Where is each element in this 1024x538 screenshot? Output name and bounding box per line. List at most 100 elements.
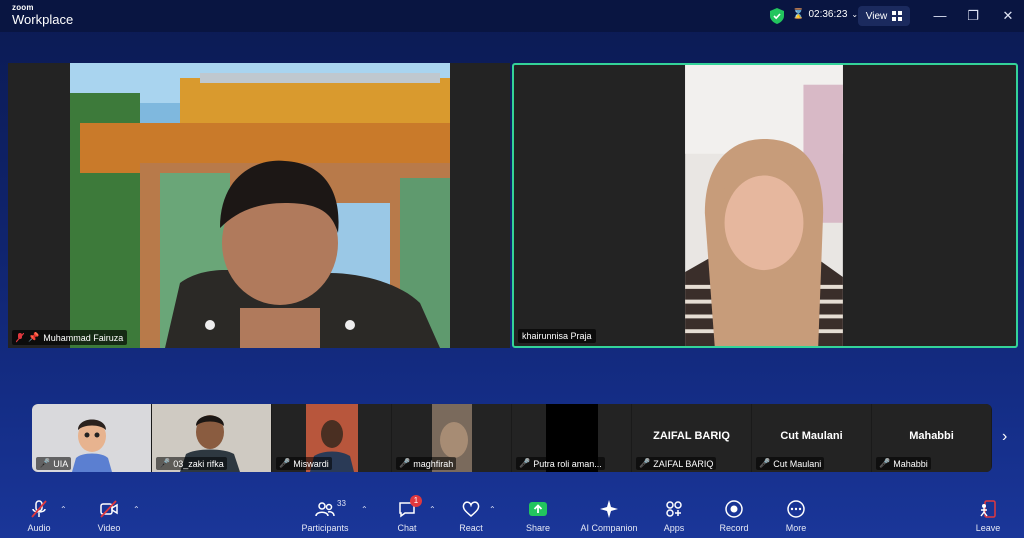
heart-icon [462, 501, 480, 517]
apps-button[interactable]: Apps [644, 499, 704, 533]
participant-name: Putra roli aman... [533, 458, 602, 469]
participants-filmstrip: 🎤 UIA 🎤 03_zaki rifka 🎤 Miswardi 🎤 maghf… [32, 404, 992, 472]
participants-options-chevron-icon[interactable]: ⌃ [361, 505, 368, 514]
chat-unread-badge: 1 [410, 495, 422, 507]
participant-name: Cut Maulani [773, 458, 822, 469]
thumb-zaifal-bariq[interactable]: ZAIFAL BARIQ 🎤 ZAIFAL BARIQ [632, 404, 751, 472]
participant-name: Muhammad Fairuza [43, 332, 124, 343]
participant-name: Miswardi [293, 458, 329, 469]
ai-companion-label: AI Companion [580, 523, 638, 533]
thumb-label: 🎤 maghfirah [396, 457, 457, 470]
participants-count: 33 [337, 499, 346, 508]
thumb-uia[interactable]: 🎤 UIA [32, 404, 151, 472]
chevron-right-icon[interactable]: › [1002, 428, 1018, 448]
mic-muted-icon: 🎤 [759, 458, 771, 468]
participants-button[interactable]: Participants [295, 499, 355, 533]
mic-muted-icon: 🎤 [159, 458, 171, 468]
participant-video [70, 63, 450, 348]
participants-icon [315, 502, 335, 517]
participant-name-tag: khairunnisa Praja [518, 329, 596, 343]
restore-icon[interactable]: ❐ [963, 6, 983, 26]
more-label: More [785, 523, 807, 533]
thumb-label: 🎤 Mahabbi [876, 457, 931, 470]
video-label: Video [97, 523, 121, 533]
thumb-putra-roli[interactable]: 🎤 Putra roli aman... [512, 404, 631, 472]
participant-name: ZAIFAL BARIQ [653, 458, 714, 469]
mic-muted-icon: 🎤 [279, 458, 291, 468]
audio-label: Audio [27, 523, 51, 533]
leave-icon [980, 500, 996, 518]
mic-muted-icon: 🎤 [879, 458, 891, 468]
react-label: React [459, 523, 483, 533]
mic-muted-icon [31, 500, 47, 518]
share-screen-icon [529, 502, 547, 516]
chat-button[interactable]: 1 Chat [377, 495, 437, 533]
audio-options-chevron-icon[interactable]: ⌃ [60, 505, 67, 514]
record-icon [725, 500, 743, 518]
grid-icon [892, 11, 903, 21]
record-label: Record [719, 523, 749, 533]
close-icon[interactable]: ✕ [998, 6, 1018, 26]
leave-label: Leave [975, 523, 1001, 533]
thumb-label: 🎤 Putra roli aman... [516, 457, 605, 470]
thumb-label: 🎤 ZAIFAL BARIQ [636, 457, 717, 470]
participant-display-name: Cut Maulani [780, 430, 843, 442]
leave-button[interactable]: Leave [958, 499, 1018, 533]
minimize-icon[interactable]: — [930, 6, 950, 26]
thumb-label: 🎤 Cut Maulani [756, 457, 825, 470]
participant-name: UIA [53, 458, 69, 469]
participant-name: 03_zaki rifka [173, 458, 224, 469]
brand-bottom: Workplace [12, 12, 74, 27]
timer-value: 02:36:23 [808, 9, 848, 20]
apps-label: Apps [663, 523, 685, 533]
view-button[interactable]: View [858, 6, 910, 26]
mic-muted-icon: 🎤 [39, 458, 51, 468]
share-label: Share [525, 523, 551, 533]
participant-name: maghfirah [413, 458, 454, 469]
participant-display-name: Mahabbi [909, 430, 954, 442]
react-options-chevron-icon[interactable]: ⌃ [489, 505, 496, 514]
thumb-miswardi[interactable]: 🎤 Miswardi [272, 404, 391, 472]
more-icon [787, 500, 805, 518]
pin-icon: 📌 [28, 332, 40, 342]
mic-muted-icon: 🎤 [399, 458, 411, 468]
mic-muted-icon [16, 332, 24, 342]
mic-muted-icon: 🎤 [639, 458, 651, 468]
avatar [72, 419, 112, 472]
video-button[interactable]: Video [79, 499, 139, 533]
video-options-chevron-icon[interactable]: ⌃ [133, 505, 140, 514]
meeting-timer[interactable]: ⌛ 02:36:23 ⌄ [792, 9, 858, 20]
participant-display-name: ZAIFAL BARIQ [653, 430, 730, 442]
video-tile-khairunnisa-praja[interactable]: khairunnisa Praja [512, 63, 1018, 348]
participant-name-tag: 📌 Muhammad Fairuza [12, 330, 128, 345]
thumb-label: 🎤 UIA [36, 457, 72, 470]
ai-companion-button[interactable]: AI Companion [579, 499, 639, 533]
participant-name: Mahabbi [893, 458, 928, 469]
participants-label: Participants [301, 523, 349, 533]
title-bar: zoom Workplace ⌛ 02:36:23 ⌄ View — ❐ ✕ [0, 0, 1024, 32]
thumb-mahabbi[interactable]: Mahabbi 🎤 Mahabbi [872, 404, 991, 472]
meeting-toolbar: Audio ⌃ Video ⌃ Participants 33 ⌃ 1 Chat… [0, 495, 1024, 538]
participant-video [685, 65, 843, 346]
thumb-label: 🎤 03_zaki rifka [156, 457, 227, 470]
video-off-icon [100, 500, 118, 518]
share-button[interactable]: Share [508, 499, 568, 533]
view-label: View [865, 10, 888, 22]
thumb-maghfirah[interactable]: 🎤 maghfirah [392, 404, 511, 472]
security-shield-icon[interactable] [770, 8, 784, 24]
brand-top: zoom [12, 3, 34, 12]
thumb-cut-maulani[interactable]: Cut Maulani 🎤 Cut Maulani [752, 404, 871, 472]
record-button[interactable]: Record [704, 499, 764, 533]
hourglass-icon: ⌛ [792, 9, 805, 20]
thumb-zaki-rifka[interactable]: 🎤 03_zaki rifka [152, 404, 271, 472]
mic-muted-icon: 🎤 [519, 458, 531, 468]
chat-label: Chat [397, 523, 417, 533]
thumb-label: 🎤 Miswardi [276, 457, 332, 470]
sparkle-icon [600, 500, 618, 518]
video-tile-muhammad-fairuza[interactable]: 📌 Muhammad Fairuza [8, 63, 510, 348]
more-button[interactable]: More [766, 499, 826, 533]
chat-options-chevron-icon[interactable]: ⌃ [429, 505, 436, 514]
zoom-meeting-window: zoom Workplace ⌛ 02:36:23 ⌄ View — ❐ ✕ 📌… [0, 0, 1024, 538]
apps-icon [666, 501, 682, 517]
participant-name: khairunnisa Praja [522, 331, 592, 341]
